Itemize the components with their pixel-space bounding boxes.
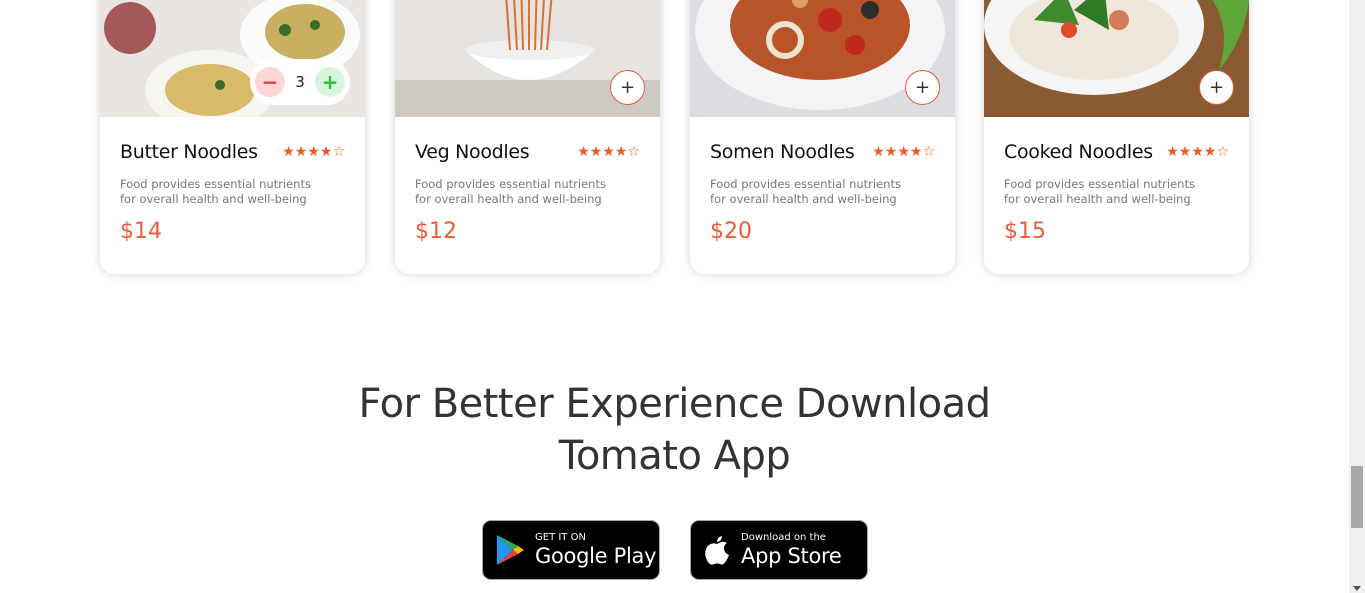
food-name: Cooked Noodles	[1004, 141, 1153, 163]
food-card-somen-noodles[interactable]: + Somen Noodles ★★★★☆ Food provides esse…	[690, 0, 955, 274]
app-store-small-text: Download on the	[741, 532, 826, 543]
food-card-butter-noodles[interactable]: − 3 + Butter Noodles ★★★★☆ Food provides…	[100, 0, 365, 274]
item-count: 3	[295, 73, 305, 91]
food-image: +	[984, 0, 1249, 117]
food-price: $20	[710, 219, 752, 244]
item-quantity-counter: − 3 +	[250, 59, 350, 105]
food-price: $12	[415, 219, 457, 244]
google-play-small-text: GET IT ON	[535, 532, 586, 543]
app-download-heading: For Better Experience Download Tomato Ap…	[0, 378, 1349, 482]
scrollbar-thumb[interactable]	[1351, 466, 1363, 528]
food-description: Food provides essential nutrients for ov…	[1004, 177, 1195, 206]
food-description: Food provides essential nutrients for ov…	[415, 177, 606, 206]
food-price: $14	[120, 219, 162, 244]
app-store-badges: GET IT ON Google Play Download on the Ap…	[482, 520, 868, 580]
remove-from-cart-icon[interactable]: −	[255, 67, 285, 97]
food-name: Butter Noodles	[120, 141, 258, 163]
food-info: Butter Noodles ★★★★☆ Food provides essen…	[100, 117, 365, 244]
food-price: $15	[1004, 219, 1046, 244]
food-display-list: − 3 + Butter Noodles ★★★★☆ Food provides…	[100, 0, 1250, 274]
rating-stars-icon: ★★★★☆	[577, 144, 640, 160]
food-card-veg-noodles[interactable]: + Veg Noodles ★★★★☆ Food provides essent…	[395, 0, 660, 274]
google-play-icon	[497, 535, 524, 565]
food-info: Veg Noodles ★★★★☆ Food provides essentia…	[395, 117, 660, 244]
scroll-down-arrow-icon[interactable]	[1353, 586, 1361, 591]
food-description: Food provides essential nutrients for ov…	[710, 177, 901, 206]
food-description: Food provides essential nutrients for ov…	[120, 177, 311, 206]
food-name: Somen Noodles	[710, 141, 855, 163]
food-info: Somen Noodles ★★★★☆ Food provides essent…	[690, 117, 955, 244]
food-info: Cooked Noodles ★★★★☆ Food provides essen…	[984, 117, 1249, 244]
add-to-cart-button[interactable]: +	[610, 70, 645, 105]
rating-stars-icon: ★★★★☆	[282, 144, 345, 160]
google-play-button[interactable]: GET IT ON Google Play	[482, 520, 660, 580]
heading-line-1: For Better Experience Download	[358, 381, 991, 427]
add-to-cart-button[interactable]: +	[905, 70, 940, 105]
food-image: − 3 +	[100, 0, 365, 117]
food-image: +	[395, 0, 660, 117]
add-to-cart-icon[interactable]: +	[314, 67, 345, 97]
app-download-section: For Better Experience Download Tomato Ap…	[0, 378, 1349, 482]
heading-line-2: Tomato App	[558, 433, 791, 479]
food-card-cooked-noodles[interactable]: + Cooked Noodles ★★★★☆ Food provides ess…	[984, 0, 1249, 274]
rating-stars-icon: ★★★★☆	[872, 144, 935, 160]
page-scrollbar[interactable]	[1349, 0, 1365, 593]
food-image: +	[690, 0, 955, 117]
add-to-cart-button[interactable]: +	[1199, 70, 1234, 105]
rating-stars-icon: ★★★★☆	[1166, 144, 1229, 160]
apple-icon	[705, 536, 729, 565]
app-store-button[interactable]: Download on the App Store	[690, 520, 868, 580]
google-play-big-text: Google Play	[535, 544, 657, 568]
food-name: Veg Noodles	[415, 141, 530, 163]
app-store-big-text: App Store	[741, 544, 842, 568]
